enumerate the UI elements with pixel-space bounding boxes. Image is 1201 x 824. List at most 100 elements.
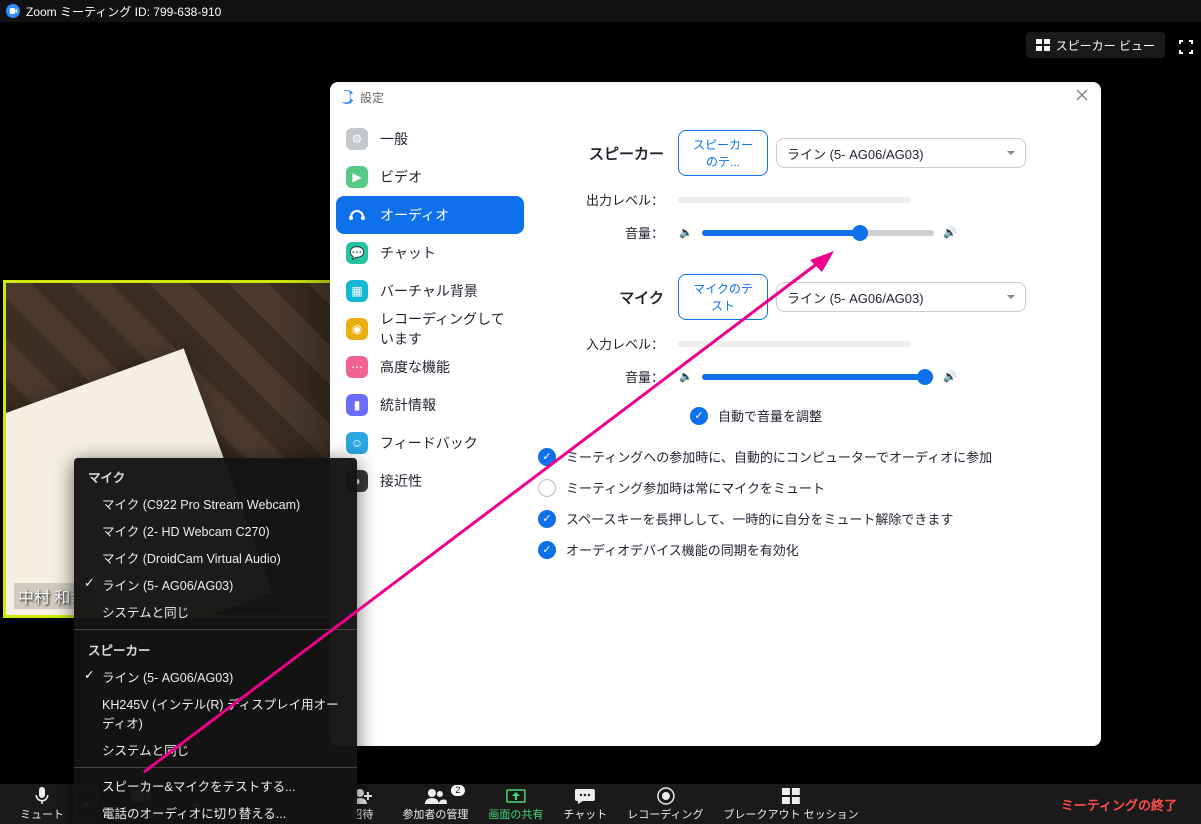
speaker-high-icon: 🔊: [942, 370, 958, 383]
nav-icon: ⚙: [346, 128, 368, 150]
option-label: オーディオデバイス機能の同期を有効化: [566, 540, 799, 559]
mute-button[interactable]: ミュート: [10, 784, 74, 824]
fullscreen-button[interactable]: [1175, 36, 1197, 58]
window-titlebar: Zoom ミーティング ID: 799-638-910: [0, 0, 1201, 22]
option-label: スペースキーを長押しして、一時的に自分をミュート解除できます: [566, 509, 953, 528]
nav-label: オーディオ: [380, 205, 449, 225]
mic-device-select[interactable]: ライン (5- AG06/AG03): [776, 282, 1026, 312]
nav-label: 統計情報: [380, 395, 436, 415]
settings-titlebar: 設定: [330, 82, 1101, 112]
audio-menu-action[interactable]: スピーカー&マイクをテストする...: [74, 772, 357, 799]
speaker-option[interactable]: システムと同じ: [74, 736, 357, 763]
nav-icon: ⋯: [346, 356, 368, 378]
grid-icon: [1036, 39, 1050, 51]
participants-button[interactable]: 2 参加者の管理: [392, 784, 478, 824]
window-title: Zoom ミーティング ID: 799-638-910: [26, 3, 221, 20]
speaker-option[interactable]: KH245V (インテル(R) ディスプレイ用オーディオ): [74, 690, 357, 736]
test-speaker-button[interactable]: スピーカーのテ...: [678, 130, 768, 176]
nav-label: バーチャル背景: [380, 281, 478, 301]
settings-nav-item[interactable]: ☺ フィードバック: [336, 424, 524, 462]
mic-section-label: マイク: [538, 287, 678, 308]
zoom-icon: [6, 4, 20, 18]
settings-title: 設定: [360, 89, 384, 106]
settings-sidebar: ⚙ 一般 ▶ ビデオオーディオ 💬チャット ▦ バーチャル背景 ◉ レコーディングしています ⋯ 高…: [330, 112, 530, 746]
mic-volume-label: 音量：: [538, 367, 678, 386]
zoom-icon: [340, 90, 354, 104]
nav-icon: [346, 204, 368, 226]
speaker-low-icon: 🔈: [678, 370, 694, 383]
nav-icon: ▮: [346, 394, 368, 416]
nav-icon: ▦: [346, 280, 368, 302]
record-button[interactable]: レコーディング: [617, 784, 713, 824]
settings-nav-item[interactable]: ▮ 統計情報: [336, 386, 524, 424]
nav-icon: ▶: [346, 166, 368, 188]
settings-nav-item[interactable]: ▦ バーチャル背景: [336, 272, 524, 310]
menu-section-speaker: スピーカー: [74, 634, 357, 663]
mic-option[interactable]: マイク (DroidCam Virtual Audio): [74, 544, 357, 571]
participants-icon: [424, 787, 446, 805]
nav-label: チャット: [380, 243, 436, 263]
settings-nav-item[interactable]: ◉ レコーディングしています: [336, 310, 524, 348]
record-icon: [656, 787, 674, 805]
option-checkbox[interactable]: ✓: [538, 448, 556, 466]
breakout-icon: [782, 787, 800, 805]
nav-label: フィードバック: [380, 433, 478, 453]
share-screen-button[interactable]: 画面の共有: [478, 784, 553, 824]
participants-count: 2: [451, 785, 464, 796]
nav-label: 一般: [380, 129, 408, 149]
share-icon: [506, 787, 526, 805]
settings-dialog: 設定 ⚙ 一般 ▶ ビデオオーディオ 💬チャット ▦ バーチャル背景 ◉ レコーディングしていま…: [330, 82, 1101, 746]
speaker-high-icon: 🔊: [942, 226, 958, 239]
chat-icon: [575, 787, 595, 805]
audio-menu-action[interactable]: 電話のオーディオに切り替える...: [74, 799, 357, 824]
option-checkbox[interactable]: [538, 479, 556, 497]
option-label: ミーティング参加時は常にマイクをミュート: [566, 478, 825, 497]
speaker-low-icon: 🔈: [678, 226, 694, 239]
breakout-button[interactable]: ブレークアウト セッション: [714, 784, 869, 824]
meeting-content: スピーカー ビュー 中村 和幸 マイク マイク (C922 Pro Stream…: [0, 22, 1201, 784]
chat-button[interactable]: チャット: [553, 784, 617, 824]
nav-label: レコーディングしています: [380, 309, 514, 349]
mic-option[interactable]: マイク (C922 Pro Stream Webcam): [74, 490, 357, 517]
output-level-label: 出力レベル：: [538, 190, 678, 209]
speaker-view-label: スピーカー ビュー: [1056, 37, 1155, 54]
output-level-meter: [678, 197, 910, 203]
speaker-view-button[interactable]: スピーカー ビュー: [1026, 32, 1165, 58]
end-meeting-button[interactable]: ミーティングの終了: [1047, 795, 1191, 814]
fullscreen-icon: [1179, 40, 1193, 54]
mic-option[interactable]: ライン (5- AG06/AG03): [74, 571, 357, 598]
settings-nav-item[interactable]: ▶ ビデオ: [336, 158, 524, 196]
menu-section-mic: マイク: [74, 461, 357, 490]
mic-option[interactable]: マイク (2- HD Webcam C270): [74, 517, 357, 544]
settings-panel-audio: スピーカー スピーカーのテ... ライン (5- AG06/AG03) 出力レベ…: [530, 112, 1101, 746]
close-icon: [1075, 88, 1089, 102]
input-level-meter: [678, 341, 910, 347]
speaker-section-label: スピーカー: [538, 143, 678, 164]
speaker-volume-slider[interactable]: [702, 230, 934, 236]
settings-nav-item[interactable]: ⋯ 高度な機能: [336, 348, 524, 386]
microphone-icon: [35, 787, 49, 805]
mic-volume-slider[interactable]: [702, 374, 934, 380]
settings-nav-item[interactable]: 💬チャット: [336, 234, 524, 272]
nav-label: 高度な機能: [380, 357, 450, 377]
nav-label: 接近性: [380, 471, 422, 491]
input-level-label: 入力レベル：: [538, 334, 678, 353]
nav-icon: ◉: [346, 318, 368, 340]
audio-options-menu: マイク マイク (C922 Pro Stream Webcam)マイク (2- …: [74, 458, 357, 824]
auto-volume-label: 自動で音量を調整: [718, 406, 822, 425]
close-button[interactable]: [1075, 88, 1091, 104]
mic-option[interactable]: システムと同じ: [74, 598, 357, 625]
nav-icon: ☺: [346, 432, 368, 454]
option-checkbox[interactable]: ✓: [538, 541, 556, 559]
option-checkbox[interactable]: ✓: [538, 510, 556, 528]
settings-nav-item[interactable]: オーディオ: [336, 196, 524, 234]
nav-label: ビデオ: [380, 167, 422, 187]
speaker-device-select[interactable]: ライン (5- AG06/AG03): [776, 138, 1026, 168]
settings-nav-item[interactable]: ◑接近性: [336, 462, 524, 500]
test-mic-button[interactable]: マイクのテスト: [678, 274, 768, 320]
speaker-option[interactable]: ライン (5- AG06/AG03): [74, 663, 357, 690]
settings-nav-item[interactable]: ⚙ 一般: [336, 120, 524, 158]
option-label: ミーティングへの参加時に、自動的にコンピューターでオーディオに参加: [566, 447, 992, 466]
speaker-volume-label: 音量：: [538, 223, 678, 242]
auto-volume-checkbox[interactable]: ✓: [690, 407, 708, 425]
